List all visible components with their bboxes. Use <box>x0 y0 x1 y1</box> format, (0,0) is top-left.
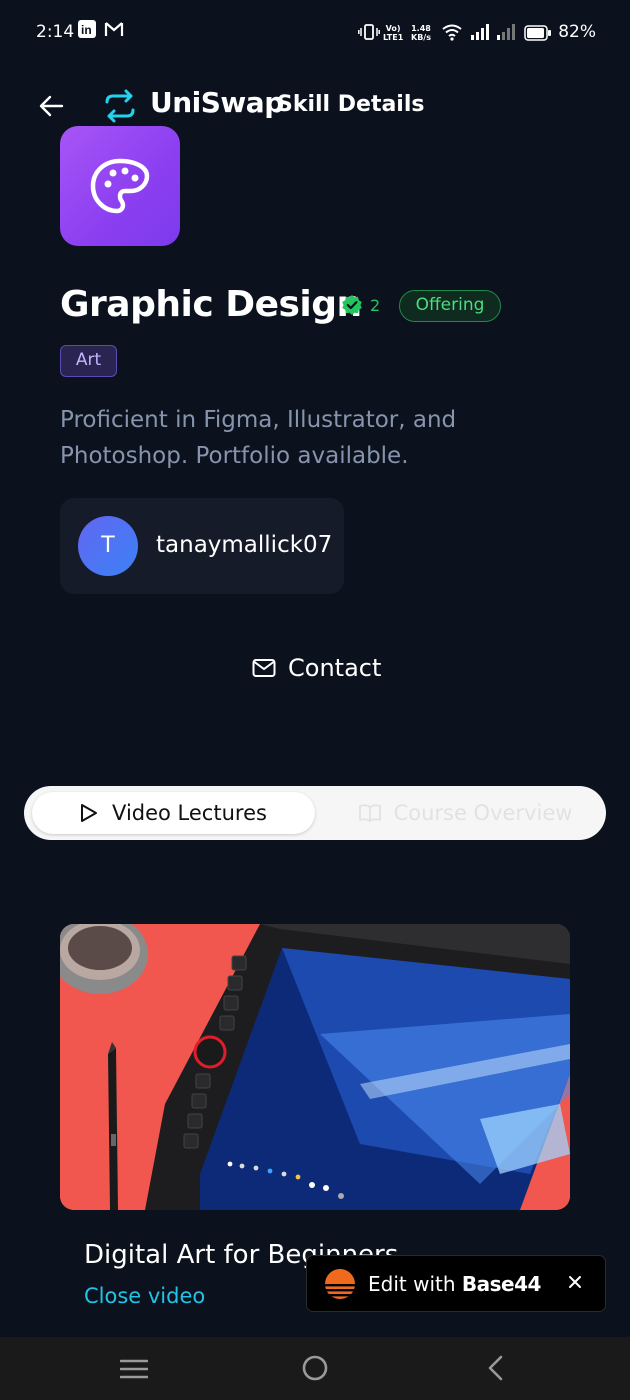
verified-count: 2 <box>370 296 381 315</box>
volte-indicator: Vo) LTE1 <box>383 24 404 42</box>
skill-title: Graphic Design <box>60 284 362 325</box>
signal-icon <box>470 24 490 44</box>
skill-icon-tile <box>60 126 180 246</box>
close-icon <box>569 1276 581 1288</box>
system-nav-bar <box>0 1337 630 1400</box>
username[interactable]: tanaymallick07 <box>156 532 332 558</box>
linkedin-icon: in <box>78 20 96 38</box>
drawing-tablet-image <box>60 924 570 1210</box>
svg-text:in: in <box>81 23 92 37</box>
close-video-link[interactable]: Close video <box>84 1284 205 1308</box>
book-icon <box>358 804 381 822</box>
menu-icon <box>119 1359 149 1379</box>
page-title: Skill Details <box>277 92 425 117</box>
palette-icon <box>90 158 150 214</box>
home-circle-icon <box>302 1355 328 1381</box>
contact-label: Contact <box>288 654 382 682</box>
back-nav-button[interactable] <box>486 1355 506 1385</box>
tab-label: Video Lectures <box>112 801 267 825</box>
brand-name: UniSwap <box>150 86 284 119</box>
avatar[interactable]: T <box>78 516 138 576</box>
network-speed: 1.48 KB/s <box>411 24 431 42</box>
category-tag: Art <box>60 345 117 377</box>
recent-apps-button[interactable] <box>119 1358 149 1384</box>
mail-icon <box>252 659 276 677</box>
battery-icon <box>524 25 552 45</box>
base44-logo-icon <box>325 1269 355 1303</box>
edit-with-base44-badge[interactable]: Edit with Base44 <box>306 1255 606 1312</box>
skill-description: Proficient in Figma, Illustrator, and Ph… <box>60 407 457 469</box>
gmail-icon <box>104 20 124 38</box>
home-button[interactable] <box>302 1355 328 1385</box>
tab-video-lectures[interactable]: Video Lectures <box>32 792 315 834</box>
chevron-left-icon <box>488 1355 503 1381</box>
wifi-icon <box>442 23 462 45</box>
signal-icon-secondary <box>496 24 516 44</box>
verified-badge-icon <box>341 294 363 316</box>
play-icon <box>81 804 98 822</box>
vibrate-icon <box>358 24 380 44</box>
status-time: 2:14 <box>36 22 75 42</box>
status-bar: 2:14 in Vo) LTE1 1.48 KB/s 82% <box>0 0 630 52</box>
close-badge-button[interactable] <box>563 1270 587 1294</box>
back-button[interactable] <box>38 92 66 120</box>
arrow-left-icon <box>39 95 64 117</box>
tab-label: Course Overview <box>393 801 573 825</box>
swap-logo-icon <box>102 88 138 124</box>
battery-percent: 82% <box>558 22 596 42</box>
video-thumbnail[interactable] <box>60 924 570 1210</box>
badge-text: Edit with Base44 <box>368 1272 541 1296</box>
status-badge: Offering <box>399 290 501 322</box>
contact-button[interactable]: Contact <box>252 650 381 686</box>
tab-course-overview[interactable]: Course Overview <box>330 792 600 834</box>
